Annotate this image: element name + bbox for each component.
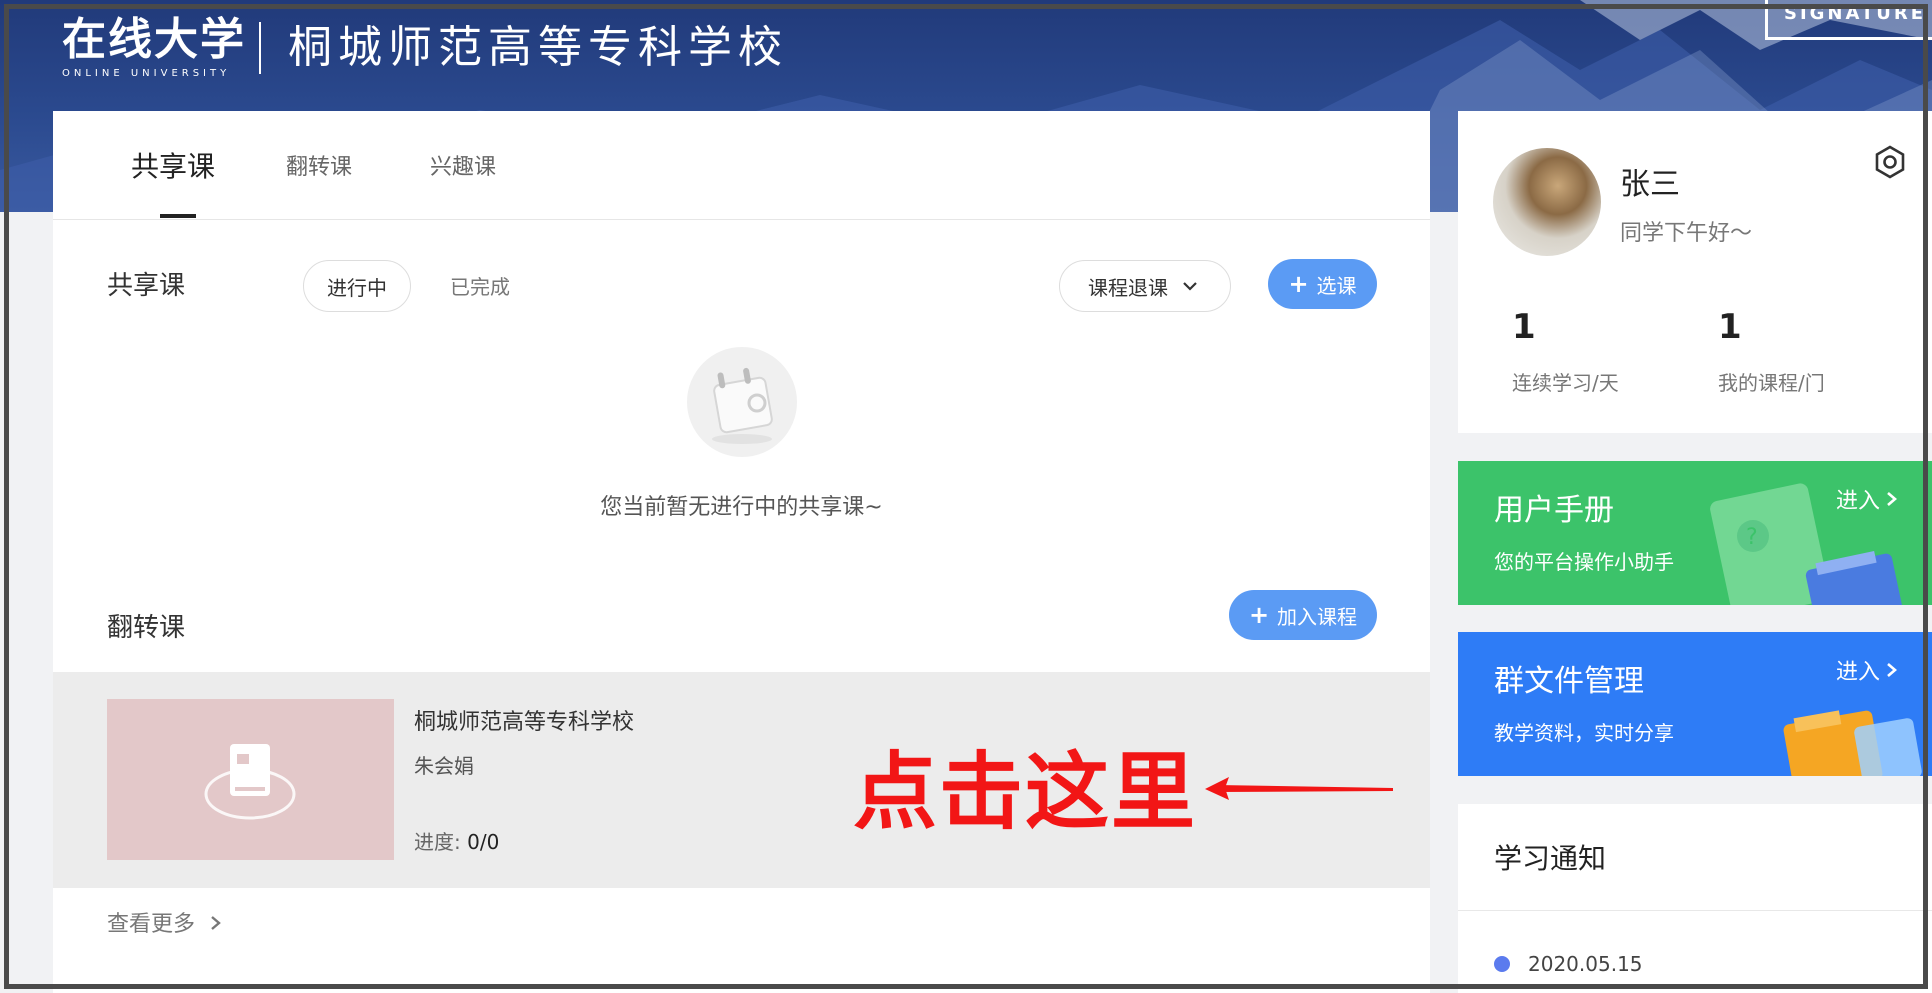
shared-section-title: 共享课 (107, 271, 186, 301)
notice-bullet-icon (1494, 956, 1510, 972)
notice-title: 学习通知 (1494, 842, 1607, 875)
main-panel: 共享课 翻转课 兴趣课 共享课 进行中 已完成 课程退课 + 选课 您当前暂无进… (53, 111, 1430, 993)
manual-subtitle: 您的平台操作小助手 (1494, 550, 1674, 574)
avatar[interactable] (1493, 148, 1601, 256)
chevron-right-icon (211, 916, 221, 930)
streak-days-value: 1 (1512, 307, 1536, 347)
plus-icon: + (1288, 270, 1309, 298)
annotation-text: 点击这里 (853, 743, 1198, 841)
tab-flip[interactable]: 翻转课 (286, 149, 352, 181)
select-course-button[interactable]: + 选课 (1268, 259, 1377, 309)
drop-course-label: 课程退课 (1088, 275, 1168, 300)
files-subtitle: 教学资料，实时分享 (1494, 721, 1674, 745)
manual-title: 用户手册 (1494, 493, 1614, 528)
files-enter-label: 进入 (1836, 660, 1881, 685)
notice-date[interactable]: 2020.05.15 (1528, 952, 1643, 976)
course-teacher: 朱会娟 (414, 754, 474, 778)
group-files-card[interactable]: 群文件管理 教学资料，实时分享 进入 (1458, 632, 1932, 776)
profile-panel: 张三 同学下午好～ 1 连续学习/天 1 我的课程/门 (1458, 111, 1932, 433)
course-thumbnail[interactable] (107, 699, 394, 860)
flip-section-title: 翻转课 (107, 613, 186, 643)
tab-interest[interactable]: 兴趣课 (430, 149, 496, 181)
add-course-button[interactable]: + 加入课程 (1229, 590, 1377, 640)
empty-state-text: 您当前暂无进行中的共享课~ (600, 495, 883, 520)
logo-text: 在线大学 (62, 14, 246, 65)
filter-in-progress[interactable]: 进行中 (303, 260, 411, 312)
progress-value: 0/0 (467, 830, 500, 854)
manual-enter-label: 进入 (1836, 489, 1881, 514)
my-courses-value: 1 (1718, 307, 1742, 347)
progress-label: 进度: (414, 830, 461, 854)
tab-shared[interactable]: 共享课 (131, 145, 215, 185)
school-name: 桐城师范高等专科学校 (288, 22, 788, 73)
book-icon (204, 744, 296, 820)
study-notice-panel: 学习通知 2020.05.15 (1458, 804, 1932, 993)
logo-divider (259, 22, 261, 74)
annotation-arrow-icon (1205, 777, 1393, 800)
course-progress: 进度: 0/0 (414, 826, 499, 855)
site-logo[interactable]: 在线大学 ONLINE UNIVERSITY (62, 14, 246, 79)
chevron-down-icon (1183, 282, 1197, 291)
chevron-right-icon (1887, 492, 1898, 506)
files-enter-link[interactable]: 进入 (1836, 654, 1898, 686)
empty-calendar-icon (687, 347, 797, 457)
user-manual-card[interactable]: ? 用户手册 您的平台操作小助手 进入 (1458, 461, 1932, 605)
course-name[interactable]: 桐城师范高等专科学校 (414, 704, 634, 736)
notice-divider (1458, 910, 1932, 911)
course-tabs: 共享课 翻转课 兴趣课 (53, 111, 1430, 220)
logo-subtitle: ONLINE UNIVERSITY (62, 68, 231, 79)
drop-course-dropdown[interactable]: 课程退课 (1059, 260, 1231, 312)
svg-text:?: ? (1746, 525, 1758, 550)
user-name: 张三 (1620, 167, 1680, 202)
plus-icon: + (1248, 601, 1270, 629)
active-tab-indicator (160, 214, 196, 218)
manual-enter-link[interactable]: 进入 (1836, 483, 1898, 515)
see-more-label: 查看更多 (107, 912, 196, 937)
select-course-label: 选课 (1316, 273, 1357, 298)
chevron-right-icon (1887, 663, 1898, 677)
files-title: 群文件管理 (1494, 664, 1644, 699)
signature-badge: SIGNATURE (1765, 0, 1932, 40)
course-card[interactable]: 桐城师范高等专科学校 朱会娟 进度: 0/0 点击这里 (53, 672, 1430, 888)
add-course-label: 加入课程 (1277, 604, 1358, 629)
filter-done[interactable]: 已完成 (450, 271, 510, 300)
see-more-link[interactable]: 查看更多 (107, 906, 222, 938)
my-courses-label: 我的课程/门 (1718, 371, 1825, 395)
settings-gear-icon[interactable] (1873, 145, 1907, 179)
streak-days-label: 连续学习/天 (1512, 371, 1619, 395)
greeting-text: 同学下午好～ (1620, 221, 1753, 246)
